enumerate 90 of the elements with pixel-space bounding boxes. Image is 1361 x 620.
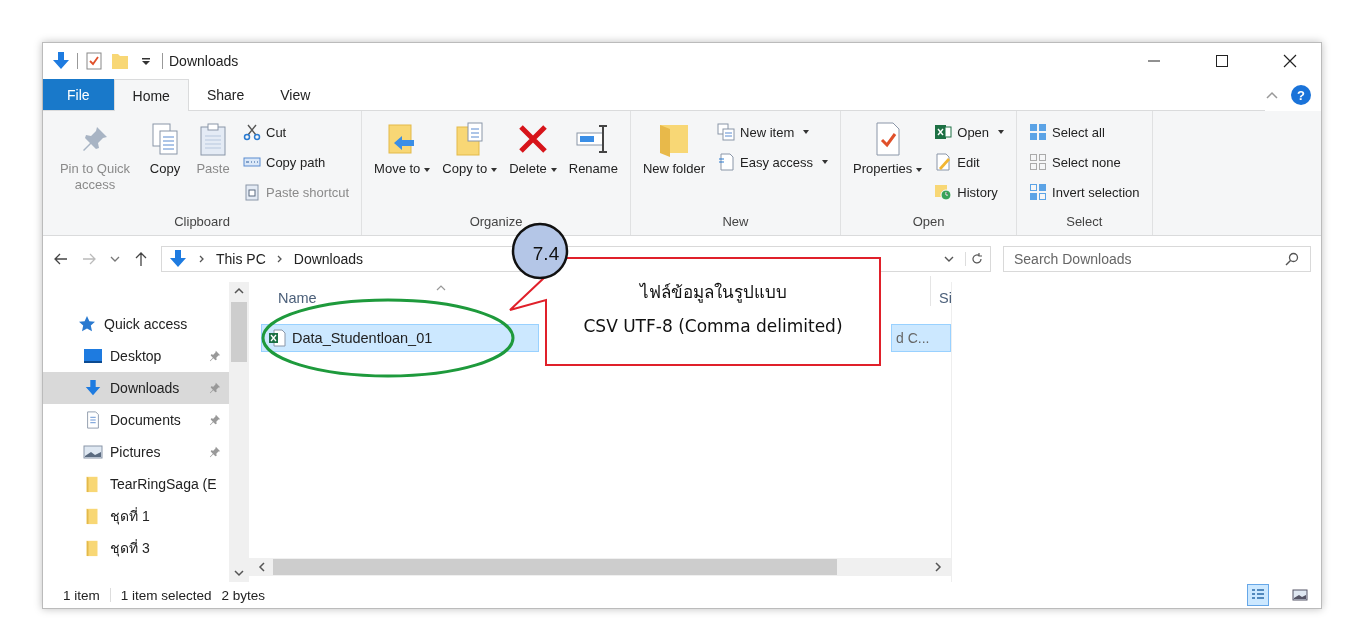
download-arrow-icon[interactable] <box>51 51 71 71</box>
callout-text: CSV UTF-8 (Comma delimited) <box>583 316 843 336</box>
ribbon-button[interactable]: Copy <box>143 115 187 213</box>
document-icon <box>717 153 736 171</box>
ribbon-button[interactable]: History <box>930 177 1009 207</box>
ribbon-button[interactable]: Rename <box>564 115 622 213</box>
nav-item[interactable]: Pictures <box>43 436 229 468</box>
spreadsheet-icon <box>934 123 953 141</box>
scroll-thumb[interactable] <box>231 302 247 362</box>
column-header[interactable]: Si <box>939 290 951 306</box>
chevron-up-icon[interactable] <box>233 286 245 296</box>
ribbon-button[interactable]: Select none <box>1025 147 1144 177</box>
ribbon-button[interactable]: Copy path <box>239 147 354 177</box>
chevron-right-icon[interactable] <box>933 561 943 573</box>
back-arrow-icon[interactable] <box>53 251 69 267</box>
selection-size: 2 bytes <box>221 587 266 603</box>
monitor-icon <box>83 347 103 365</box>
breadcrumb[interactable]: This PC <box>216 251 266 267</box>
pin-icon[interactable] <box>209 350 221 362</box>
window-title: Downloads <box>169 53 239 69</box>
search-icon <box>1285 252 1299 266</box>
pin-icon[interactable] <box>209 414 221 426</box>
ribbon-button[interactable]: Invert selection <box>1025 177 1144 207</box>
nav-item[interactable]: ชุดที่ 3 <box>43 532 229 564</box>
ribbon-button[interactable]: Delete <box>505 115 561 213</box>
scroll-thumb[interactable] <box>273 559 837 575</box>
nav-item[interactable]: Quick access <box>43 308 229 340</box>
details-view-button[interactable] <box>1247 584 1269 606</box>
ribbon-button[interactable]: Cut <box>239 117 354 147</box>
ribbon-button[interactable]: New item <box>713 117 832 147</box>
group-label: Organize <box>468 213 524 231</box>
chevron-down-icon[interactable] <box>233 568 245 578</box>
breadcrumb[interactable]: Downloads <box>293 251 364 267</box>
search-field[interactable]: Search Downloads <box>1003 246 1311 272</box>
item-count: 1 item <box>63 587 100 603</box>
column-header[interactable]: Name <box>278 290 317 306</box>
nav-item[interactable]: ชุดที่ 1 <box>43 500 229 532</box>
file-type-cell: d C... <box>891 324 951 352</box>
scissors-icon <box>243 123 261 141</box>
ribbon-button[interactable]: Properties <box>849 115 927 213</box>
horizontal-scrollbar[interactable] <box>249 558 951 576</box>
file-name: Data_Studentloan_01 <box>292 330 433 346</box>
nav-item[interactable]: Downloads <box>43 372 229 404</box>
ribbon-button[interactable]: Easy access <box>713 147 832 177</box>
download-arrow-icon <box>168 249 188 269</box>
vertical-scrollbar[interactable] <box>229 282 249 582</box>
callout-title: ไฟล์ข้อมูลในรูปแบบ <box>639 282 787 302</box>
ribbon-button[interactable]: Copy to <box>438 115 502 213</box>
spreadsheet-file-icon <box>268 329 286 347</box>
file-name-cell[interactable]: Data_Studentloan_01 <box>261 324 539 352</box>
maximize-icon <box>1215 54 1229 68</box>
grid-icon <box>1029 123 1048 141</box>
nav-item[interactable]: Desktop <box>43 340 229 372</box>
ribbon-tab[interactable]: Home <box>113 79 189 111</box>
star-icon <box>77 315 97 333</box>
download-arrow-icon <box>83 379 103 397</box>
partial-grid-icon <box>1029 183 1048 201</box>
step-number: 7.4 <box>532 243 560 264</box>
nav-item[interactable]: Documents <box>43 404 229 436</box>
pin-icon[interactable] <box>209 446 221 458</box>
sort-caret-icon <box>435 284 447 292</box>
ribbon-button[interactable]: Edit <box>930 147 1009 177</box>
help-button[interactable]: ? <box>1291 85 1311 105</box>
ribbon-button[interactable]: Open <box>930 117 1009 147</box>
image-icon <box>1292 587 1308 603</box>
chevron-right-icon[interactable] <box>275 254 284 264</box>
pencil-document-icon <box>934 153 953 171</box>
chevron-right-icon[interactable] <box>198 254 206 264</box>
empty-grid-icon <box>1029 153 1048 171</box>
clipboard-shortcut-icon <box>243 183 261 201</box>
image-icon <box>83 443 103 461</box>
pin-icon[interactable] <box>209 382 221 394</box>
refresh-icon[interactable] <box>965 252 984 266</box>
checklist-icon[interactable] <box>84 51 104 71</box>
selection-info: 1 item selected <box>120 587 212 603</box>
nav-item[interactable]: TearRingSaga (E <box>43 468 229 500</box>
close-icon <box>1283 54 1297 68</box>
group-label: Clipboard <box>173 213 231 231</box>
documents-icon <box>717 123 736 141</box>
group-label: Select <box>1065 213 1104 231</box>
group-label: New <box>721 213 750 231</box>
chevron-left-icon[interactable] <box>257 561 267 573</box>
ribbon-tab[interactable]: File <box>43 79 114 111</box>
ribbon-button[interactable]: Move to <box>370 115 435 213</box>
clock-icon <box>934 183 953 201</box>
up-arrow-icon[interactable] <box>133 251 149 267</box>
group-label: Open <box>911 213 946 231</box>
chevron-up-icon[interactable] <box>1265 90 1279 100</box>
ribbon-button[interactable]: Select all <box>1025 117 1144 147</box>
ribbon-button[interactable]: New folder <box>638 115 710 213</box>
